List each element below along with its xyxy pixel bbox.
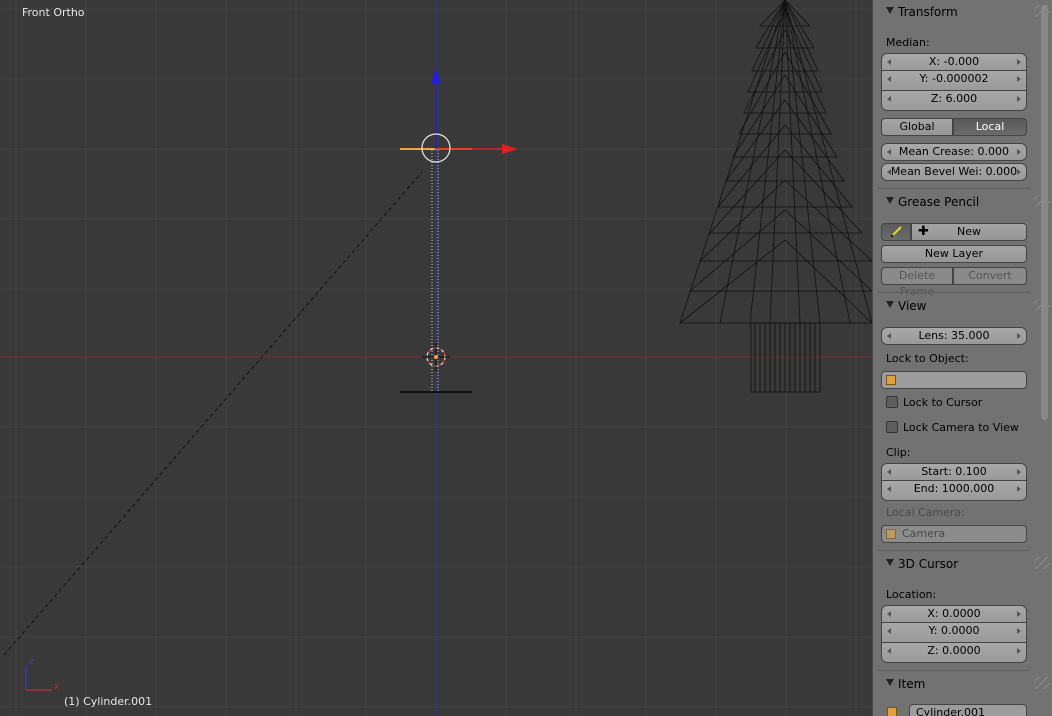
pencil-icon (890, 226, 902, 238)
collapse-triangle-icon (886, 559, 894, 566)
increment-icon[interactable] (1017, 486, 1021, 492)
lens-field[interactable]: Lens: 35.000 (881, 327, 1027, 345)
decrement-icon[interactable] (887, 169, 891, 175)
3d-viewport[interactable]: z x Front Ortho (1) Cylinder.001 (0, 0, 872, 716)
axis-gizmo-x-label: x (54, 682, 60, 692)
cursor-z-field[interactable]: Z: 0.0000 (881, 643, 1027, 663)
lock-object-field[interactable] (881, 371, 1027, 389)
median-x-field[interactable]: X: -0.000 (881, 53, 1027, 71)
grease-pencil-panel-header[interactable]: Grease Pencil (877, 194, 1050, 212)
panel-separator (877, 550, 1030, 551)
median-y-field[interactable]: Y: -0.000002 (881, 71, 1027, 91)
object-cube-icon (887, 707, 897, 716)
global-toggle-button[interactable]: Global (881, 118, 953, 136)
median-z-field[interactable]: Z: 6.000 (881, 91, 1027, 111)
3d-cursor-panel-header[interactable]: 3D Cursor (877, 556, 1050, 574)
decrement-icon[interactable] (887, 59, 891, 65)
increment-icon[interactable] (1017, 628, 1021, 634)
panel-title: 3D Cursor (898, 557, 959, 571)
camera-line (3, 171, 423, 656)
lock-camera-to-view-label: Lock Camera to View (903, 421, 1019, 434)
increment-icon[interactable] (1017, 469, 1021, 475)
new-layer-button[interactable]: New Layer (881, 245, 1027, 263)
decrement-icon[interactable] (887, 96, 891, 102)
panel-separator (877, 292, 1030, 293)
view-panel-header[interactable]: View (877, 298, 1050, 316)
increment-icon[interactable] (1017, 59, 1021, 65)
clip-start-field[interactable]: Start: 0.100 (881, 463, 1027, 481)
increment-icon[interactable] (1017, 648, 1021, 654)
cursor-y-field[interactable]: Y: 0.0000 (881, 623, 1027, 643)
active-object-label: (1) Cylinder.001 (64, 695, 153, 708)
decrement-icon[interactable] (887, 469, 891, 475)
decrement-icon[interactable] (887, 333, 891, 339)
axis-gizmo-icon (25, 666, 52, 691)
increment-icon[interactable] (1017, 169, 1021, 175)
manipulator-x-arrow (502, 144, 518, 154)
transform-panel-header[interactable]: Transform (877, 4, 1050, 22)
convert-button[interactable]: Convert (953, 267, 1027, 285)
decrement-icon[interactable] (887, 149, 891, 155)
panel-title: Grease Pencil (898, 195, 980, 209)
panel-separator (877, 188, 1030, 189)
decrement-icon[interactable] (887, 76, 891, 82)
panel-title: Transform (898, 5, 958, 19)
manipulator-z-arrow (431, 67, 441, 84)
local-toggle-button[interactable]: Local (953, 118, 1027, 136)
increment-icon[interactable] (1017, 96, 1021, 102)
collapse-triangle-icon (886, 301, 894, 308)
decrement-icon[interactable] (887, 611, 891, 617)
delete-frame-button[interactable]: Delete Frame (881, 267, 953, 298)
increment-icon[interactable] (1017, 611, 1021, 617)
lock-camera-to-view-checkbox[interactable] (886, 421, 898, 433)
collapse-triangle-icon (886, 7, 894, 14)
axis-gizmo-z-label: z (29, 657, 34, 667)
properties-sidebar: Transform Median: X: -0.000 Y: -0.000002… (872, 0, 1052, 716)
decrement-icon[interactable] (887, 628, 891, 634)
mean-bevel-field[interactable]: Mean Bevel Wei: 0.000 (881, 163, 1027, 181)
view-name-label: Front Ortho (22, 6, 85, 19)
plus-icon: ✚ (918, 224, 929, 239)
clip-label: Clip: (886, 446, 911, 459)
decrement-icon[interactable] (887, 648, 891, 654)
drag-grip-icon[interactable] (1034, 557, 1050, 569)
grease-pencil-new-button[interactable]: ✚ New (911, 223, 1027, 241)
location-label: Location: (886, 588, 937, 601)
sidebar-scrollbar[interactable] (1041, 5, 1048, 420)
item-name-field[interactable]: Cylinder.001 (909, 704, 1027, 716)
lock-to-cursor-label: Lock to Cursor (903, 396, 983, 409)
panel-title: Item (898, 677, 926, 691)
panel-separator (877, 670, 1030, 671)
collapse-triangle-icon (886, 197, 894, 204)
lock-to-object-label: Lock to Object: (886, 352, 969, 365)
panel-title: View (898, 299, 927, 313)
object-cube-icon (886, 375, 896, 385)
clip-end-field[interactable]: End: 1000.000 (881, 481, 1027, 501)
3d-cursor-icon (422, 343, 450, 371)
local-camera-label: Local Camera: (886, 506, 965, 519)
grease-pencil-draw-button[interactable] (881, 223, 911, 241)
increment-icon[interactable] (1017, 333, 1021, 339)
increment-icon[interactable] (1017, 76, 1021, 82)
local-camera-field[interactable]: Camera (881, 525, 1027, 543)
viewport-canvas[interactable]: z x (0, 0, 872, 716)
object-cube-icon (886, 529, 896, 539)
decrement-icon[interactable] (887, 486, 891, 492)
drag-grip-icon[interactable] (1034, 677, 1050, 689)
tree-wireframe (678, 0, 872, 393)
cursor-x-field[interactable]: X: 0.0000 (881, 605, 1027, 623)
collapse-triangle-icon (886, 679, 894, 686)
lock-to-cursor-checkbox[interactable] (886, 396, 898, 408)
median-label: Median: (886, 36, 930, 49)
increment-icon[interactable] (1017, 149, 1021, 155)
mean-crease-field[interactable]: Mean Crease: 0.000 (881, 143, 1027, 161)
item-panel-header[interactable]: Item (877, 676, 1050, 694)
